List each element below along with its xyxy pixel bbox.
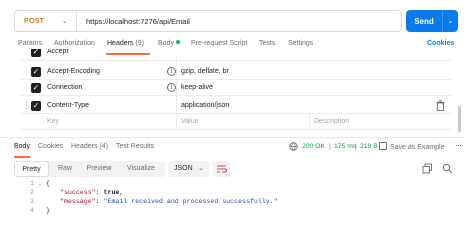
postman-window: POST ⌄ https://localhost:7276/api/Email …: [0, 0, 474, 242]
save-icon: [379, 142, 387, 150]
request-bar: POST ⌄ https://localhost:7276/api/Email: [14, 10, 402, 32]
line-number: 4: [30, 207, 34, 214]
code-line: }: [46, 207, 50, 214]
header-key[interactable]: Accept: [47, 49, 68, 55]
json-key: "success": [60, 189, 96, 196]
info-icon[interactable]: i: [167, 67, 176, 76]
table-row: ✓ Accept: [20, 49, 452, 61]
header-key[interactable]: Content-Type: [47, 102, 89, 109]
tab-headers[interactable]: Headers (9): [107, 40, 144, 47]
view-switcher: Pretty Raw Preview Visualize: [14, 161, 165, 177]
format-label: JSON: [174, 165, 193, 172]
header-key[interactable]: Accept-Encoding: [47, 68, 100, 75]
key-placeholder[interactable]: Key: [47, 118, 59, 125]
response-body-code[interactable]: 1 ⌄ { 2 "success": true, 3 "message": "E…: [14, 180, 458, 220]
copy-icon[interactable]: [422, 163, 433, 174]
tab-authorization[interactable]: Authorization: [54, 40, 95, 47]
json-value: true: [103, 189, 120, 196]
checkbox-checked[interactable]: ✓: [31, 83, 41, 93]
tab-response-body[interactable]: Body: [14, 143, 30, 150]
tab-body[interactable]: Body: [158, 40, 180, 47]
wrap-lines-icon: [217, 165, 227, 173]
header-value[interactable]: gzip, deflate, br: [181, 68, 229, 75]
pane-divider[interactable]: [0, 137, 474, 138]
headers-count: (9): [135, 40, 144, 47]
response-headers-count: (4): [99, 143, 108, 150]
json-key: "message": [60, 198, 96, 205]
trash-icon[interactable]: [436, 100, 445, 111]
view-visualize[interactable]: Visualize: [119, 161, 163, 177]
view-pretty[interactable]: Pretty: [14, 161, 49, 177]
table-row: ✓ Accept-Encoding i gzip, deflate, br: [20, 64, 452, 80]
table-row-placeholder: Key Value Description: [20, 114, 452, 130]
url-input[interactable]: https://localhost:7276/api/Email: [77, 17, 190, 26]
info-icon[interactable]: i: [167, 83, 176, 92]
view-raw[interactable]: Raw: [51, 161, 79, 177]
response-toolbar: Pretty Raw Preview Visualize JSON ⌄: [14, 161, 474, 177]
header-value[interactable]: application/json: [181, 102, 229, 109]
column-divider: [176, 56, 177, 130]
chevron-down-icon: ⌄: [61, 18, 68, 25]
scrollbar[interactable]: [458, 106, 461, 132]
method-select[interactable]: POST ⌄: [15, 11, 77, 31]
method-label: POST: [24, 17, 45, 25]
checkbox-checked[interactable]: ✓: [31, 67, 41, 77]
description-placeholder[interactable]: Description: [314, 118, 349, 125]
wrap-lines-button[interactable]: [213, 161, 230, 177]
line-number: 1: [30, 180, 34, 187]
send-chevron-icon[interactable]: ⌄: [443, 17, 458, 25]
tab-settings[interactable]: Settings: [288, 40, 313, 47]
json-value: "Email received and processed successful…: [103, 198, 278, 205]
tab-tests[interactable]: Tests: [259, 40, 275, 47]
line-number: 3: [30, 198, 34, 205]
tab-params[interactable]: Params: [18, 40, 42, 47]
value-placeholder[interactable]: Value: [181, 118, 198, 125]
right-sidebar: [464, 0, 474, 242]
tab-test-results[interactable]: Test Results: [116, 143, 154, 150]
send-label: Send: [414, 16, 434, 26]
body-active-dot: [175, 40, 180, 44]
table-row: ⋮⋮ ✓ Content-Type application/json: [20, 98, 452, 114]
globe-icon[interactable]: [289, 142, 298, 151]
checkbox-checked[interactable]: ✓: [31, 101, 41, 111]
header-value[interactable]: keep-alive: [181, 84, 213, 91]
headers-table: ✓ Accept ✓ Accept-Encoding i gzip, defla…: [20, 49, 452, 130]
save-as-example-button[interactable]: Save as Example: [379, 142, 444, 151]
fold-icon[interactable]: ⌄: [38, 180, 42, 187]
tab-pre-request-script[interactable]: Pre-request Script: [191, 40, 247, 47]
column-divider: [309, 114, 310, 130]
table-row: ✓ Connection i keep-alive: [20, 80, 452, 96]
chevron-down-icon: ⌄: [198, 165, 204, 172]
line-number: 2: [30, 189, 34, 196]
response-time[interactable]: 175 ms: [334, 143, 356, 150]
more-options-icon[interactable]: ···: [455, 140, 462, 150]
response-size[interactable]: 219 B: [360, 143, 378, 150]
status-sep-2: |: [355, 143, 357, 150]
tab-response-headers[interactable]: Headers (4): [71, 143, 108, 150]
checkbox-checked[interactable]: ✓: [31, 49, 41, 57]
active-response-tab-indicator: [14, 156, 30, 158]
cookies-link[interactable]: Cookies: [427, 40, 454, 47]
code-line: "success": true,: [60, 189, 124, 196]
search-icon[interactable]: [442, 163, 453, 174]
status-code[interactable]: 200 OK: [302, 143, 325, 150]
header-key[interactable]: Connection: [47, 84, 82, 91]
status-sep-1: |: [329, 143, 331, 150]
format-select[interactable]: JSON ⌄: [168, 161, 209, 177]
view-preview[interactable]: Preview: [81, 161, 117, 177]
code-line: {: [46, 180, 50, 187]
tab-response-cookies[interactable]: Cookies: [38, 143, 63, 150]
code-line: "message": "Email received and processed…: [60, 198, 278, 205]
send-button[interactable]: Send ⌄: [406, 10, 458, 32]
